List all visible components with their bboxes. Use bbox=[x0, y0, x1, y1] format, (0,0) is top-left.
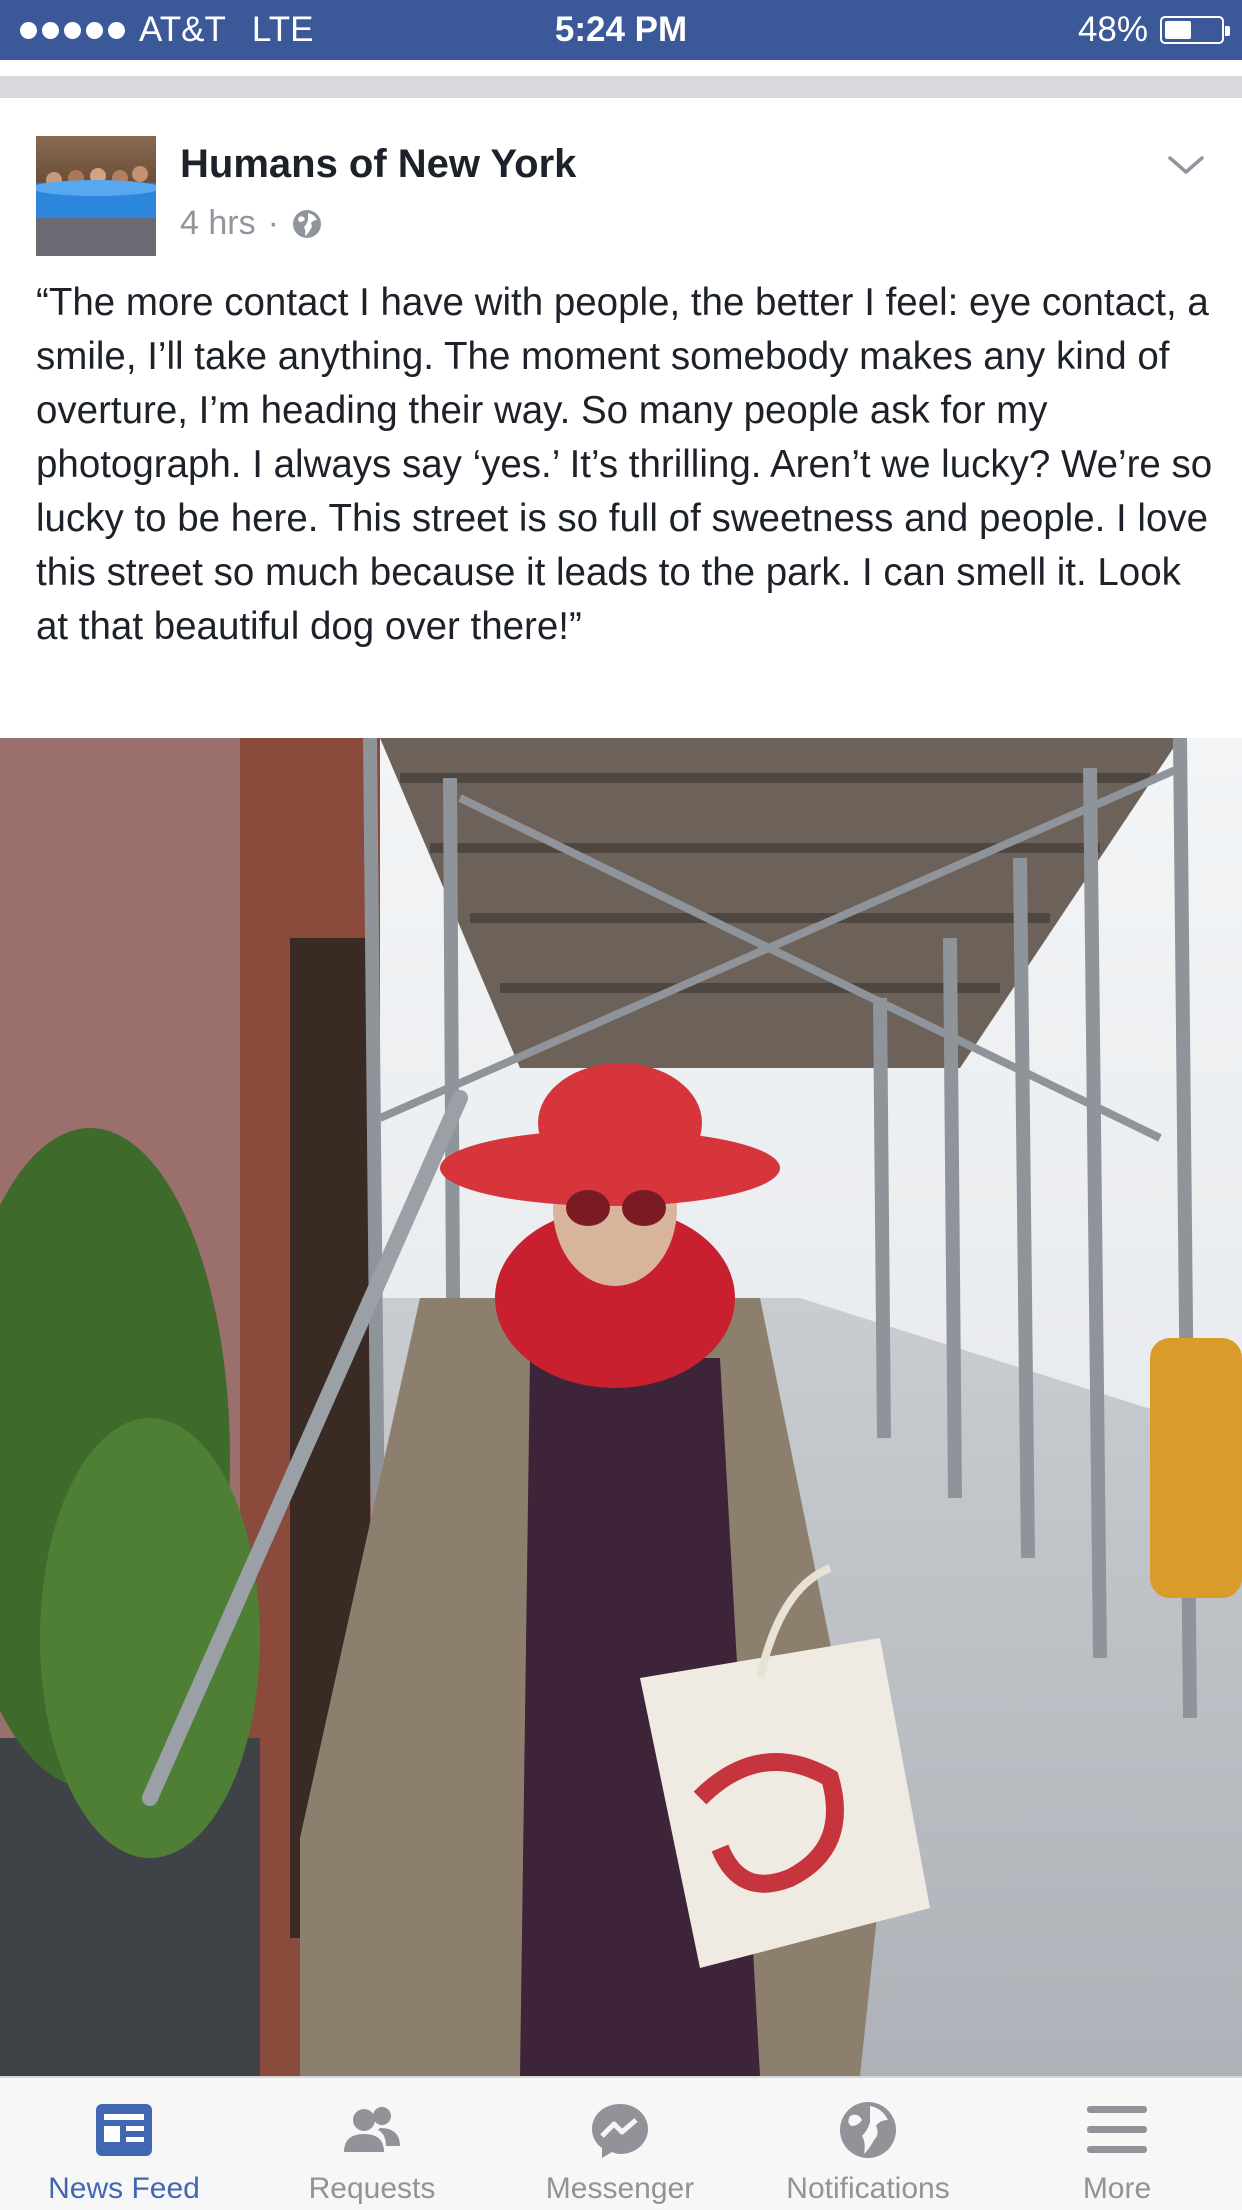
meta-separator: · bbox=[267, 204, 279, 242]
tab-news-feed[interactable]: News Feed bbox=[0, 2078, 248, 2210]
clock: 5:24 PM bbox=[554, 10, 688, 49]
tab-notifications[interactable]: Notifications bbox=[744, 2078, 992, 2210]
post-options-chevron-icon[interactable] bbox=[1166, 150, 1206, 180]
tab-label: Notifications bbox=[786, 2172, 950, 2205]
bottom-tab-bar: News Feed Requests Messenger Notificatio… bbox=[0, 2076, 1242, 2210]
globe-public-icon bbox=[292, 209, 321, 238]
page-avatar[interactable] bbox=[36, 136, 156, 256]
post-text: “The more contact I have with people, th… bbox=[36, 281, 1213, 648]
feed-separator bbox=[0, 76, 1242, 98]
tab-messenger[interactable]: Messenger bbox=[496, 2078, 744, 2210]
post-photo[interactable] bbox=[0, 738, 1242, 2076]
tab-requests[interactable]: Requests bbox=[248, 2078, 496, 2210]
tab-label: News Feed bbox=[48, 2172, 200, 2205]
tab-label: More bbox=[1082, 2172, 1152, 2205]
globe-icon bbox=[840, 2102, 896, 2158]
news-feed-icon bbox=[96, 2104, 152, 2156]
battery-fill bbox=[1165, 21, 1191, 39]
friend-requests-icon bbox=[344, 2107, 400, 2152]
menu-icon bbox=[1087, 2106, 1147, 2153]
tab-label: Messenger bbox=[545, 2172, 695, 2205]
status-bar: AT&T LTE 5:24 PM 48% bbox=[0, 0, 1242, 60]
tab-label: Requests bbox=[308, 2172, 436, 2205]
messenger-icon bbox=[592, 2104, 648, 2158]
post-timestamp[interactable]: 4 hrs bbox=[180, 204, 256, 243]
battery-icon bbox=[1160, 16, 1230, 44]
tab-more[interactable]: More bbox=[992, 2078, 1242, 2210]
battery-percent: 48% bbox=[1077, 10, 1148, 49]
post-meta: 4 hrs · bbox=[180, 204, 323, 243]
page-name[interactable]: Humans of New York bbox=[180, 142, 576, 187]
post-header: Humans of New York 4 hrs · bbox=[0, 98, 1242, 258]
battery-status: 48% bbox=[1077, 10, 1230, 50]
